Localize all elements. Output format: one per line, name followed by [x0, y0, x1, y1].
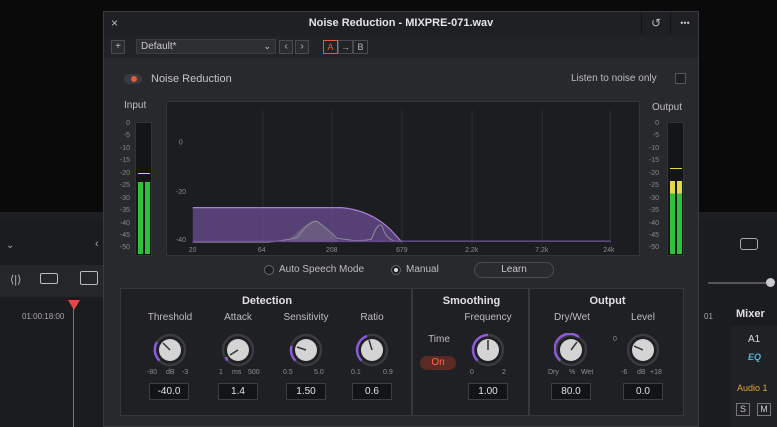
noise-reduction-dialog: × Noise Reduction - MIXPRE-071.wav ↺ •••…	[103, 11, 699, 427]
power-indicator	[131, 76, 137, 82]
chevron-down-icon[interactable]: ⌄	[6, 240, 14, 251]
x-tick-label: 2.2k	[465, 247, 479, 254]
dialog-titlebar[interactable]: × Noise Reduction - MIXPRE-071.wav ↺ •••	[104, 12, 698, 37]
ratio-label: Ratio	[360, 312, 384, 323]
snapshot-icon[interactable]	[80, 271, 98, 285]
time-label: Time	[428, 334, 450, 345]
copy-a-to-b-button[interactable]: →	[338, 40, 353, 54]
input-meter-scale: 0 -5 -10 -15 -20 -25 -30 -35 -40 -45 -50	[119, 120, 130, 251]
noise-reduction-label: Noise Reduction	[151, 73, 232, 85]
output-meter	[667, 122, 684, 256]
x-tick-label: 7.2k	[535, 247, 549, 254]
listen-noise-checkbox[interactable]	[675, 73, 686, 84]
threshold-value[interactable]: -40.0	[149, 383, 189, 400]
input-meter-bar-left	[138, 182, 143, 254]
preset-bar: + Default* ⌄ ‹ › A → B	[104, 36, 698, 58]
detection-section: Detection Threshold -80 dB -3 -40.0 Atta…	[120, 288, 412, 416]
spectrum-graph[interactable]: 0 -20 -40 20 64 208 679 2.2k 7.2k 24k	[166, 101, 640, 256]
learn-button[interactable]: Learn	[474, 262, 554, 278]
x-tick-label: 679	[396, 247, 408, 254]
ratio-value[interactable]: 0.6	[352, 383, 392, 400]
output-meter-bar-left	[670, 181, 675, 254]
sensitivity-knob[interactable]	[289, 333, 323, 367]
drywet-value[interactable]: 80.0	[551, 383, 591, 400]
smoothing-title: Smoothing	[442, 295, 501, 307]
attack-label: Attack	[224, 312, 252, 323]
add-preset-button[interactable]: +	[111, 40, 125, 54]
output-meter-label: Output	[652, 102, 683, 113]
x-tick-label: 208	[326, 247, 338, 254]
output-title: Output	[589, 295, 626, 307]
trim-tool-icon[interactable]: ⟨|⟩	[10, 273, 21, 286]
frequency-label: Frequency	[464, 312, 512, 323]
reset-icon[interactable]: ↺	[641, 12, 670, 34]
ruler-mark: 01	[704, 312, 713, 321]
attack-knob[interactable]	[221, 333, 255, 367]
clip-icon[interactable]	[40, 273, 58, 284]
input-peak-marker	[138, 173, 150, 174]
x-tick-label: 20	[189, 247, 197, 254]
output-meter-scale: 0 -5 -10 -15 -20 -25 -30 -35 -40 -45 -50	[648, 120, 659, 251]
sensitivity-label: Sensitivity	[283, 312, 329, 323]
input-meter	[135, 122, 152, 256]
volume-slider-track[interactable]	[708, 282, 773, 284]
preset-select[interactable]: Default* ⌄	[136, 39, 276, 54]
sensitivity-value[interactable]: 1.50	[286, 383, 326, 400]
x-tick-label: 64	[258, 247, 266, 254]
a-compare-button[interactable]: A	[323, 40, 338, 54]
ratio-knob[interactable]	[355, 333, 389, 367]
drywet-label: Dry/Wet	[554, 312, 590, 323]
smoothing-section: Smoothing Frequency Time 0 2 1.00	[412, 288, 529, 416]
timeline-left-panel	[0, 220, 104, 427]
output-meter-bar-right	[677, 181, 682, 254]
chevron-left-icon[interactable]: ‹	[95, 238, 99, 250]
next-preset-button[interactable]: ›	[295, 40, 309, 54]
audio-track-label: Audio 1	[737, 383, 768, 393]
playhead-marker[interactable]	[68, 300, 80, 310]
x-tick-label: 24k	[603, 247, 615, 254]
track-a1-label: A1	[748, 334, 761, 345]
threshold-knob[interactable]	[153, 333, 187, 367]
auto-speech-radio[interactable]	[264, 265, 274, 275]
frequency-value[interactable]: 1.00	[468, 383, 508, 400]
solo-button[interactable]: S	[736, 403, 750, 416]
listen-noise-label: Listen to noise only	[571, 73, 657, 84]
volume-slider-handle[interactable]	[766, 278, 775, 287]
drywet-knob[interactable]	[554, 333, 588, 367]
level-label: Level	[631, 312, 655, 323]
eq-button[interactable]: EQ	[748, 352, 761, 362]
frequency-knob[interactable]	[471, 333, 505, 367]
timecode-label: 01:00:18:00	[22, 312, 65, 321]
expand-icon[interactable]	[740, 238, 758, 250]
y-tick-label: -40	[176, 237, 186, 244]
y-tick-label: -20	[176, 189, 186, 196]
detection-title: Detection	[241, 295, 293, 307]
chevron-down-icon: ⌄	[263, 41, 271, 51]
prev-preset-button[interactable]: ‹	[279, 40, 293, 54]
attack-value[interactable]: 1.4	[218, 383, 258, 400]
mute-button[interactable]: M	[757, 403, 771, 416]
auto-speech-label: Auto Speech Mode	[279, 264, 365, 275]
input-meter-bar-right	[145, 182, 150, 254]
more-options-icon[interactable]: •••	[670, 12, 699, 34]
level-value[interactable]: 0.0	[623, 383, 663, 400]
mixer-title: Mixer	[736, 308, 765, 320]
manual-label: Manual	[406, 264, 439, 275]
output-peak-marker	[670, 168, 682, 169]
b-compare-button[interactable]: B	[353, 40, 368, 54]
level-knob[interactable]	[626, 333, 660, 367]
y-tick-label: 0	[179, 139, 183, 146]
input-meter-label: Input	[124, 100, 147, 111]
playhead-line	[73, 302, 74, 427]
dialog-title: Noise Reduction - MIXPRE-071.wav	[308, 17, 494, 29]
preset-name: Default*	[141, 41, 177, 52]
threshold-label: Threshold	[147, 312, 193, 323]
manual-radio[interactable]	[391, 265, 401, 275]
output-section: Output Dry/Wet Dry % Wet 80.0 Level 0 -6…	[529, 288, 684, 416]
time-on-toggle[interactable]: On	[420, 356, 456, 370]
